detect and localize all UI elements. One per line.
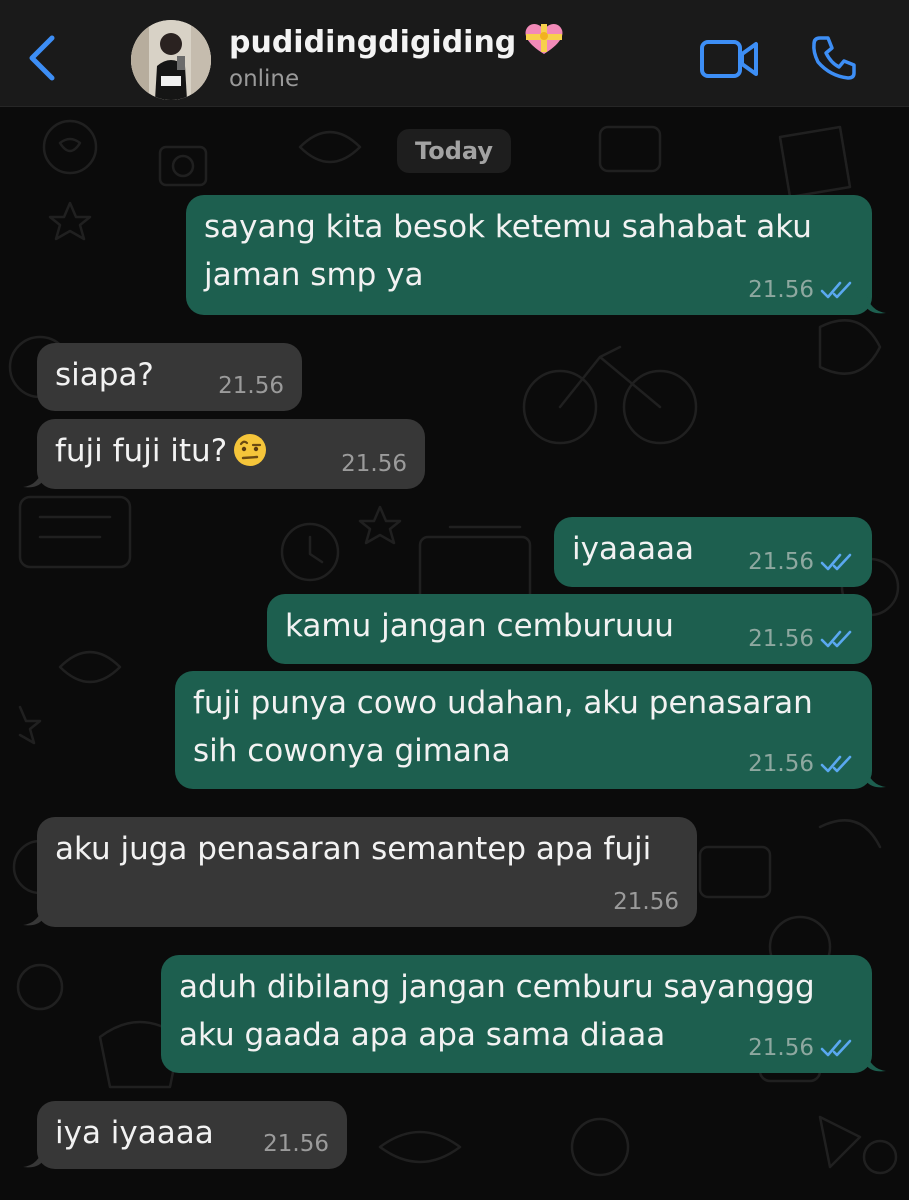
message-time: 21.56: [748, 1035, 814, 1061]
phone-icon: [812, 36, 856, 80]
message-time: 21.56: [613, 889, 679, 915]
message-meta: 21.56: [263, 1131, 329, 1157]
chat-area[interactable]: Today sayang kita besok ketemu sahabat a…: [0, 107, 909, 1200]
message-meta: 21.56: [341, 451, 407, 477]
voice-call-button[interactable]: [810, 34, 858, 82]
bubble-tail: [23, 1147, 43, 1168]
avatar[interactable]: [131, 20, 211, 100]
double-check-icon: [820, 1039, 852, 1057]
double-check-icon: [820, 755, 852, 773]
video-camera-icon: [700, 40, 758, 78]
message-text: aku juga penasaran semantep apa fuji: [55, 831, 652, 867]
back-button[interactable]: [22, 30, 62, 86]
message-time: 21.56: [218, 373, 284, 399]
contact-status: online: [229, 66, 300, 92]
face-with-raised-eyebrow-icon: [233, 433, 267, 481]
message-incoming[interactable]: aku juga penasaran semantep apa fuji 21.…: [23, 817, 697, 927]
message-outgoing[interactable]: kamu jangan cemburuuu 21.56: [267, 594, 872, 664]
bubble-tail: [866, 293, 886, 314]
message-meta: 21.56: [613, 889, 679, 915]
message-time: 21.56: [748, 751, 814, 777]
message-outgoing[interactable]: fuji punya cowo udahan, aku penasaran si…: [175, 671, 886, 789]
message-meta: 21.56: [748, 1035, 854, 1061]
contact-name[interactable]: pudidingdigiding: [229, 22, 564, 64]
message-time: 21.56: [748, 277, 814, 303]
message-incoming[interactable]: iya iyaaaa 21.56: [23, 1101, 347, 1169]
message-meta: 21.56: [218, 373, 284, 399]
chat-header: pudidingdigiding online: [0, 0, 909, 107]
contact-name-text: pudidingdigiding: [229, 25, 517, 60]
message-time: 21.56: [341, 451, 407, 477]
double-check-icon: [820, 630, 852, 648]
chevron-left-icon: [29, 35, 55, 81]
message-meta: 21.56: [748, 751, 854, 777]
date-separator: Today: [397, 129, 511, 173]
message-time: 21.56: [748, 549, 814, 575]
message-meta: 21.56: [748, 277, 854, 303]
heart-with-ribbon-icon: [524, 22, 564, 64]
message-meta: 21.56: [748, 626, 854, 652]
avatar-photo: [131, 20, 211, 100]
message-outgoing[interactable]: aduh dibilang jangan cemburu sayanggg ak…: [161, 955, 886, 1073]
message-incoming[interactable]: fuji fuji itu? 21.56: [23, 419, 425, 489]
bubble-tail: [23, 467, 43, 488]
message-meta: 21.56: [748, 549, 854, 575]
message-time: 21.56: [263, 1131, 329, 1157]
message-time: 21.56: [748, 626, 814, 652]
double-check-icon: [820, 553, 852, 571]
double-check-icon: [820, 281, 852, 299]
message-text-content: fuji fuji itu?: [55, 433, 228, 469]
bubble-tail: [23, 905, 43, 926]
message-outgoing[interactable]: iyaaaaa 21.56: [554, 517, 872, 587]
message-incoming[interactable]: siapa? 21.56: [37, 343, 302, 411]
video-call-button[interactable]: [700, 38, 760, 80]
message-outgoing[interactable]: sayang kita besok ketemu sahabat aku jam…: [186, 195, 886, 315]
bubble-tail: [866, 1051, 886, 1072]
bubble-tail: [866, 767, 886, 788]
